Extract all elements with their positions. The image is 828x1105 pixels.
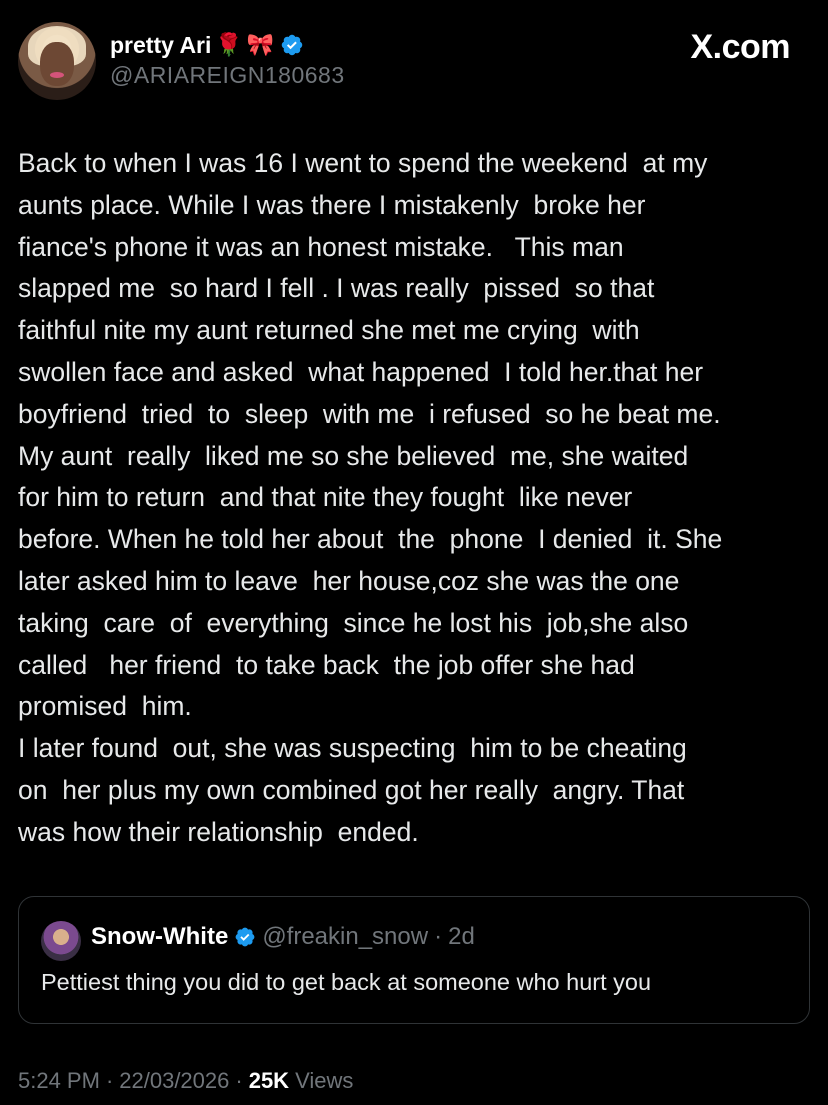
meta-separator: · — [105, 1068, 114, 1093]
tweet-line: before. When he told her about the phone… — [18, 524, 723, 555]
quoted-separator: · — [434, 923, 443, 950]
tweet-header: pretty Ari 🌹 🎀 @ARIAREIGN180683 X.com — [18, 22, 810, 102]
quoted-tweet-card[interactable]: Snow-White @freakin_snow · 2d Pettiest t… — [18, 896, 810, 1024]
author-display-name-row[interactable]: pretty Ari 🌹 🎀 — [110, 30, 345, 60]
tweet-line: was how their relationship ended. — [18, 816, 419, 847]
quoted-tweet-header: Snow-White @freakin_snow · 2d — [91, 923, 475, 951]
ribbon-emoji: 🎀 — [246, 32, 275, 57]
tweet-line: called her friend to take back the job o… — [18, 649, 635, 680]
tweet-line: taking care of everything since he lost … — [18, 607, 689, 638]
author-display-name[interactable]: pretty Ari — [110, 32, 211, 59]
x-brand-logo: X.com — [690, 28, 790, 66]
quoted-tweet-text: Pettiest thing you did to get back at so… — [41, 969, 652, 995]
tweet-line: I later found out, she was suspecting hi… — [18, 733, 687, 764]
tweet-line: fiance's phone it was an honest mistake.… — [18, 231, 624, 262]
author-avatar[interactable] — [18, 22, 96, 100]
tweet-line: promised him. — [18, 691, 192, 722]
quoted-author-avatar[interactable] — [41, 921, 81, 961]
quoted-author-name[interactable]: Snow-White — [91, 923, 228, 951]
author-handle[interactable]: @ARIAREIGN180683 — [110, 62, 345, 89]
meta-separator: · — [235, 1068, 243, 1093]
quoted-author-handle[interactable]: @freakin_snow — [262, 923, 428, 951]
tweet-line: faithful nite my aunt returned she met m… — [18, 315, 640, 346]
tweet-line: Back to when I was 16 I went to spend th… — [18, 148, 708, 178]
verified-badge-icon — [281, 34, 303, 56]
rose-emoji: 🌹 — [215, 32, 243, 57]
author-names: pretty Ari 🌹 🎀 @ARIAREIGN180683 — [110, 30, 345, 89]
tweet-line: on her plus my own combined got her real… — [18, 774, 685, 805]
quoted-age[interactable]: 2d — [448, 923, 475, 951]
tweet-body: Back to when I was 16 I went to spend th… — [18, 143, 818, 854]
verified-badge-icon — [235, 927, 255, 947]
tweet-line: swollen face and asked what happened I t… — [18, 356, 704, 387]
tweet-line: for him to return and that nite they fou… — [18, 482, 633, 513]
tweet-line: later asked him to leave her house,coz s… — [18, 565, 680, 596]
tweet-time[interactable]: 5:24 PM — [18, 1068, 100, 1094]
tweet-line: boyfriend tried to sleep with me i refus… — [18, 398, 721, 429]
tweet-line: My aunt really liked me so she believed … — [18, 440, 689, 471]
views-count[interactable]: 25K — [249, 1068, 289, 1094]
tweet-line: aunts place. While I was there I mistake… — [18, 189, 646, 220]
tweet-date[interactable]: 22/03/2026 — [119, 1068, 229, 1094]
tweet-line: slapped me so hard I fell . I was really… — [18, 273, 655, 304]
views-label: Views — [295, 1068, 354, 1093]
tweet-meta: 5:24 PM · 22/03/2026 · 25K Views — [18, 1068, 353, 1094]
